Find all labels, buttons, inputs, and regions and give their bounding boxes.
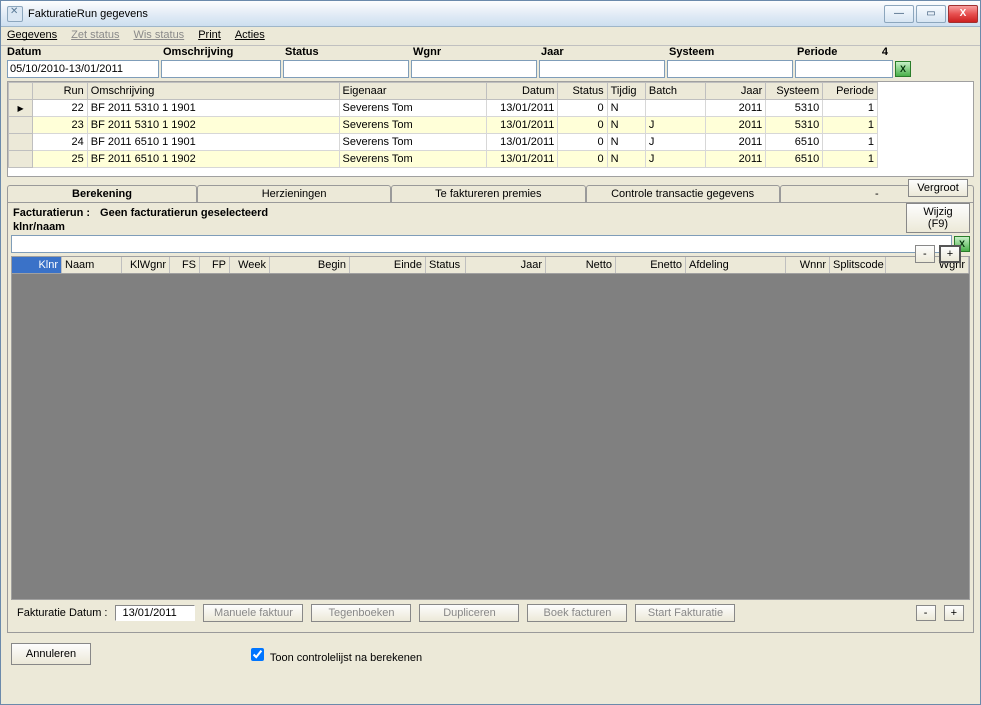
tegenboeken-button[interactable]: Tegenboeken bbox=[311, 604, 411, 622]
label-periode: Periode bbox=[797, 46, 877, 60]
col-netto[interactable]: Netto bbox=[546, 257, 616, 273]
runs-table-wrap[interactable]: RunOmschrijvingEigenaarDatumStatusTijdig… bbox=[7, 81, 974, 177]
col-afdeling[interactable]: Afdeling bbox=[686, 257, 786, 273]
tab-premies[interactable]: Te faktureren premies bbox=[391, 185, 585, 202]
filter-wgnr[interactable] bbox=[411, 60, 537, 78]
tab-herzieningen[interactable]: Herzieningen bbox=[197, 185, 391, 202]
label-periode-val: 4 bbox=[877, 46, 974, 60]
wijzig-button[interactable]: Wijzig (F9) bbox=[906, 203, 970, 233]
col-begin[interactable]: Begin bbox=[270, 257, 350, 273]
start-fakturatie-button[interactable]: Start Fakturatie bbox=[635, 604, 735, 622]
label-omschrijving: Omschrijving bbox=[163, 46, 285, 60]
content-area: RunOmschrijvingEigenaarDatumStatusTijdig… bbox=[1, 81, 980, 704]
side-buttons: Vergroot Wijzig (F9) - + bbox=[906, 179, 970, 263]
filter-labels: Datum Omschrijving Status Wgnr Jaar Syst… bbox=[1, 46, 980, 60]
menu-gegevens[interactable]: Gegevens bbox=[7, 29, 57, 41]
facturatierun-msg: Geen facturatierun geselecteerd bbox=[100, 207, 268, 219]
label-datum: Datum bbox=[7, 46, 163, 60]
export-excel-icon[interactable] bbox=[895, 61, 911, 77]
filter-row bbox=[1, 60, 980, 81]
footer-row: Annuleren Toon controlelijst na berekene… bbox=[1, 639, 980, 673]
tab-controle[interactable]: Controle transactie gegevens bbox=[586, 185, 780, 202]
detail-remove-button[interactable]: - bbox=[916, 605, 936, 621]
window-buttons: — ▭ X bbox=[884, 5, 978, 23]
detail-add-button[interactable]: + bbox=[944, 605, 964, 621]
facturatierun-label: Facturatierun : bbox=[13, 207, 90, 219]
boek-facturen-button[interactable]: Boek facturen bbox=[527, 604, 627, 622]
menu-zet-status: Zet status bbox=[71, 29, 119, 41]
filter-systeem[interactable] bbox=[667, 60, 793, 78]
col-fp[interactable]: FP bbox=[200, 257, 230, 273]
col-einde[interactable]: Einde bbox=[350, 257, 426, 273]
bottom-bar: Fakturatie Datum : 13/01/2011 Manuele fa… bbox=[11, 600, 970, 626]
filter-datum[interactable] bbox=[7, 60, 159, 78]
detail-filter-row bbox=[11, 235, 970, 256]
col-klnr[interactable]: Klnr bbox=[12, 257, 62, 273]
col-wnnr[interactable]: Wnnr bbox=[786, 257, 830, 273]
dupliceren-button[interactable]: Dupliceren bbox=[419, 604, 519, 622]
label-jaar: Jaar bbox=[541, 46, 669, 60]
filter-periode[interactable] bbox=[795, 60, 893, 78]
manuele-faktuur-button[interactable]: Manuele faktuur bbox=[203, 604, 303, 622]
filter-status[interactable] bbox=[283, 60, 409, 78]
detail-header: Klnr Naam KlWgnr FS FP Week Begin Einde … bbox=[11, 256, 970, 274]
label-systeem: Systeem bbox=[669, 46, 797, 60]
col-naam[interactable]: Naam bbox=[62, 257, 122, 273]
table-row[interactable]: 24BF 2011 6510 1 1901Severens Tom13/01/2… bbox=[9, 134, 878, 151]
runs-table: RunOmschrijvingEigenaarDatumStatusTijdig… bbox=[8, 82, 878, 168]
tab-berekening[interactable]: Berekening bbox=[7, 185, 197, 202]
table-row[interactable]: 25BF 2011 6510 1 1902Severens Tom13/01/2… bbox=[9, 151, 878, 168]
menu-wis-status: Wis status bbox=[133, 29, 184, 41]
klnr-row: klnr/naam 0 bbox=[11, 221, 970, 235]
label-status: Status bbox=[285, 46, 413, 60]
toon-controlelijst-label[interactable]: Toon controlelijst na berekenen bbox=[247, 645, 422, 664]
col-klwgnr[interactable]: KlWgnr bbox=[122, 257, 170, 273]
vergroot-button[interactable]: Vergroot bbox=[908, 179, 968, 197]
col-fs[interactable]: FS bbox=[170, 257, 200, 273]
annuleren-button[interactable]: Annuleren bbox=[11, 643, 91, 665]
filter-omschrijving[interactable] bbox=[161, 60, 281, 78]
toon-controlelijst-text: Toon controlelijst na berekenen bbox=[270, 652, 422, 664]
close-button[interactable]: X bbox=[948, 5, 978, 23]
toon-controlelijst-checkbox[interactable] bbox=[251, 648, 264, 661]
menu-acties[interactable]: Acties bbox=[235, 29, 265, 41]
add-button[interactable]: + bbox=[939, 245, 961, 263]
detail-filter-input[interactable] bbox=[11, 235, 952, 253]
col-jaar[interactable]: Jaar bbox=[466, 257, 546, 273]
menu-print[interactable]: Print bbox=[198, 29, 221, 41]
table-row[interactable]: 22BF 2011 5310 1 1901Severens Tom13/01/2… bbox=[9, 100, 878, 117]
titlebar: FakturatieRun gegevens — ▭ X bbox=[1, 1, 980, 27]
col-enetto[interactable]: Enetto bbox=[616, 257, 686, 273]
app-icon bbox=[7, 6, 23, 22]
filter-jaar[interactable] bbox=[539, 60, 665, 78]
facturatierun-info: Facturatierun : Geen facturatierun gesel… bbox=[11, 205, 970, 221]
window-title: FakturatieRun gegevens bbox=[28, 8, 884, 20]
col-week[interactable]: Week bbox=[230, 257, 270, 273]
label-wgnr: Wgnr bbox=[413, 46, 541, 60]
fakt-datum-value[interactable]: 13/01/2011 bbox=[115, 605, 195, 621]
table-row[interactable]: 23BF 2011 5310 1 1902Severens Tom13/01/2… bbox=[9, 117, 878, 134]
app-window: FakturatieRun gegevens — ▭ X Gegevens Ze… bbox=[0, 0, 981, 705]
menubar: Gegevens Zet status Wis status Print Act… bbox=[1, 27, 980, 46]
remove-button[interactable]: - bbox=[915, 245, 935, 263]
col-status[interactable]: Status bbox=[426, 257, 466, 273]
col-splits[interactable]: Splitscode bbox=[830, 257, 886, 273]
fakt-datum-label: Fakturatie Datum : bbox=[17, 607, 107, 619]
tab-panel: Facturatierun : Geen facturatierun gesel… bbox=[7, 202, 974, 633]
minimize-button[interactable]: — bbox=[884, 5, 914, 23]
detail-body[interactable] bbox=[11, 274, 970, 600]
tabs: Berekening Herzieningen Te faktureren pr… bbox=[7, 185, 974, 202]
klnr-label: klnr/naam bbox=[13, 221, 65, 233]
maximize-button[interactable]: ▭ bbox=[916, 5, 946, 23]
